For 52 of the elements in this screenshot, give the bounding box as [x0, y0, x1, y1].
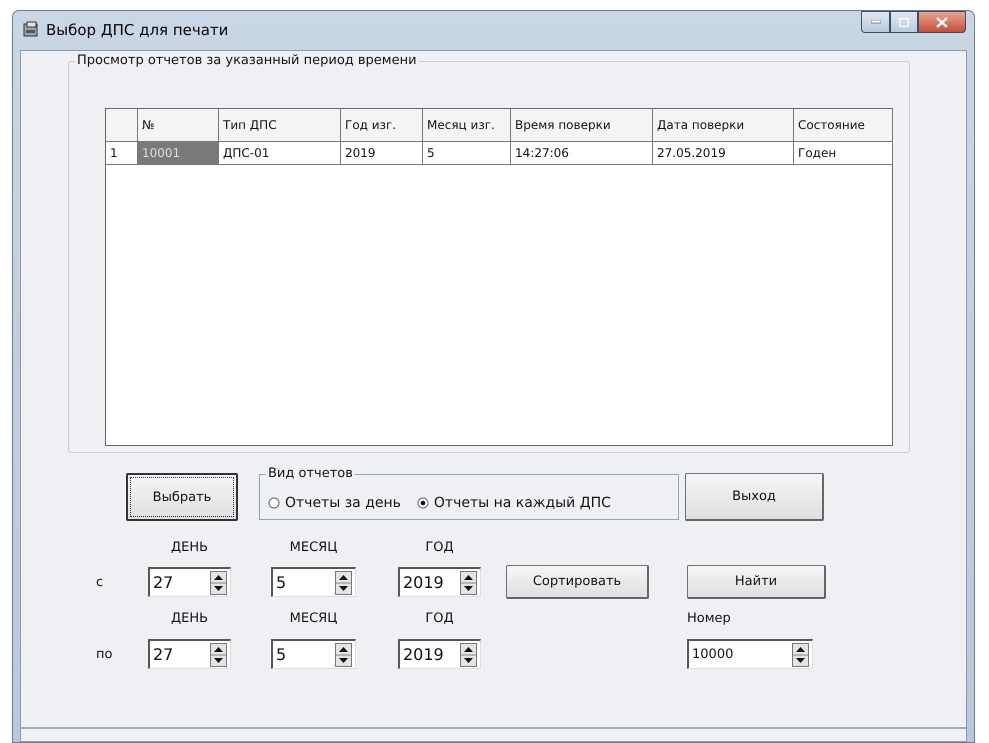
spin-field[interactable]: 5	[271, 567, 356, 597]
spin-field[interactable]: 2019	[398, 639, 481, 669]
spin-arrows-icon[interactable]	[460, 570, 477, 594]
table-cell[interactable]: 5	[423, 142, 511, 165]
spin-field[interactable]: 5	[271, 639, 356, 669]
find-button[interactable]: Найти	[687, 565, 826, 599]
column-header[interactable]: Тип ДПС	[219, 109, 341, 142]
close-icon	[936, 16, 948, 28]
field-label: МЕСЯЦ	[288, 540, 338, 554]
table-cell[interactable]: 14:27:06	[511, 142, 653, 165]
spin-field[interactable]: 27	[148, 639, 231, 669]
field-label: МЕСЯЦ	[288, 610, 338, 626]
app-icon	[22, 21, 40, 39]
exit-button[interactable]: Выход	[685, 473, 824, 521]
close-button[interactable]	[918, 11, 966, 33]
group-title: Вид отчетов	[266, 466, 355, 481]
table-cell[interactable]: 2019	[341, 142, 423, 165]
spin-arrows-icon[interactable]	[335, 642, 352, 666]
column-header[interactable]: Месяц изг.	[423, 109, 511, 142]
field-label: Номер	[687, 610, 732, 626]
maximize-icon	[899, 18, 909, 26]
minimize-button[interactable]	[861, 11, 890, 33]
range-label: по	[96, 646, 114, 662]
minimize-icon	[870, 20, 880, 24]
spin-arrows-icon[interactable]	[792, 642, 809, 666]
maximize-button[interactable]	[890, 11, 918, 33]
column-header[interactable]: Дата поверки	[653, 109, 794, 142]
range-label: с	[96, 574, 104, 590]
column-header[interactable]: Состояние	[794, 109, 893, 142]
table-cell[interactable]: ДПС-01	[219, 142, 341, 165]
spin-field[interactable]: 10000	[687, 639, 813, 669]
field-label: ГОД	[424, 540, 455, 554]
spin-field[interactable]: 2019	[398, 567, 481, 597]
field-label: ДЕНЬ	[170, 610, 210, 626]
field-label: ДЕНЬ	[170, 540, 210, 554]
spin-arrows-icon[interactable]	[335, 570, 352, 594]
spin-arrows-icon[interactable]	[210, 642, 227, 666]
column-header[interactable]: №	[138, 109, 219, 142]
sort-button[interactable]: Сортировать	[506, 565, 649, 599]
field-label: ГОД	[424, 610, 455, 626]
column-header[interactable]: Время поверки	[511, 109, 653, 142]
group-title: Просмотр отчетов за указанный период времени	[75, 53, 419, 68]
radio-icon[interactable]	[268, 497, 280, 509]
table-cell[interactable]: Годен	[794, 142, 893, 165]
window-title: Выбор ДПС для печати	[46, 21, 230, 39]
spin-arrows-icon[interactable]	[210, 570, 227, 594]
radio-icon[interactable]	[416, 497, 429, 509]
spin-arrows-icon[interactable]	[460, 642, 477, 666]
select-button[interactable]: Выбрать	[126, 473, 238, 521]
spin-field[interactable]: 27	[148, 567, 231, 597]
column-header[interactable]: Год изг.	[341, 109, 423, 142]
table-cell[interactable]: 27.05.2019	[653, 142, 794, 165]
